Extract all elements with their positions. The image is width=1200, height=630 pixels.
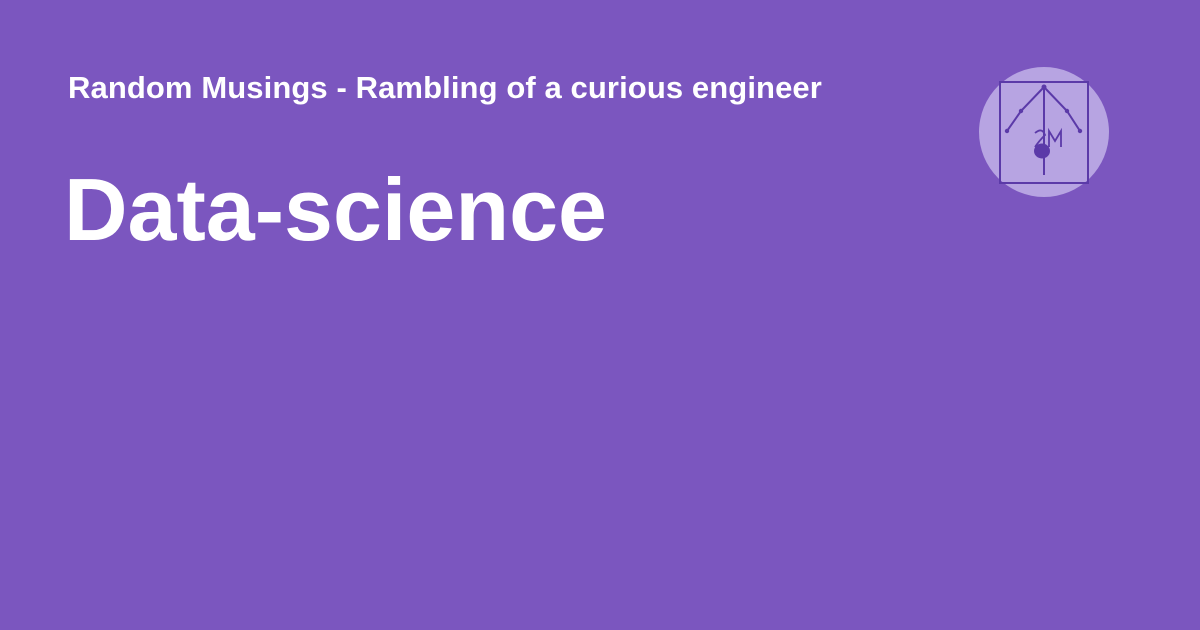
page-title: Data-science [64,160,607,259]
site-logo[interactable] [979,67,1109,197]
site-logo-icon [999,81,1089,184]
site-title[interactable]: Random Musings - Rambling of a curious e… [68,70,822,106]
